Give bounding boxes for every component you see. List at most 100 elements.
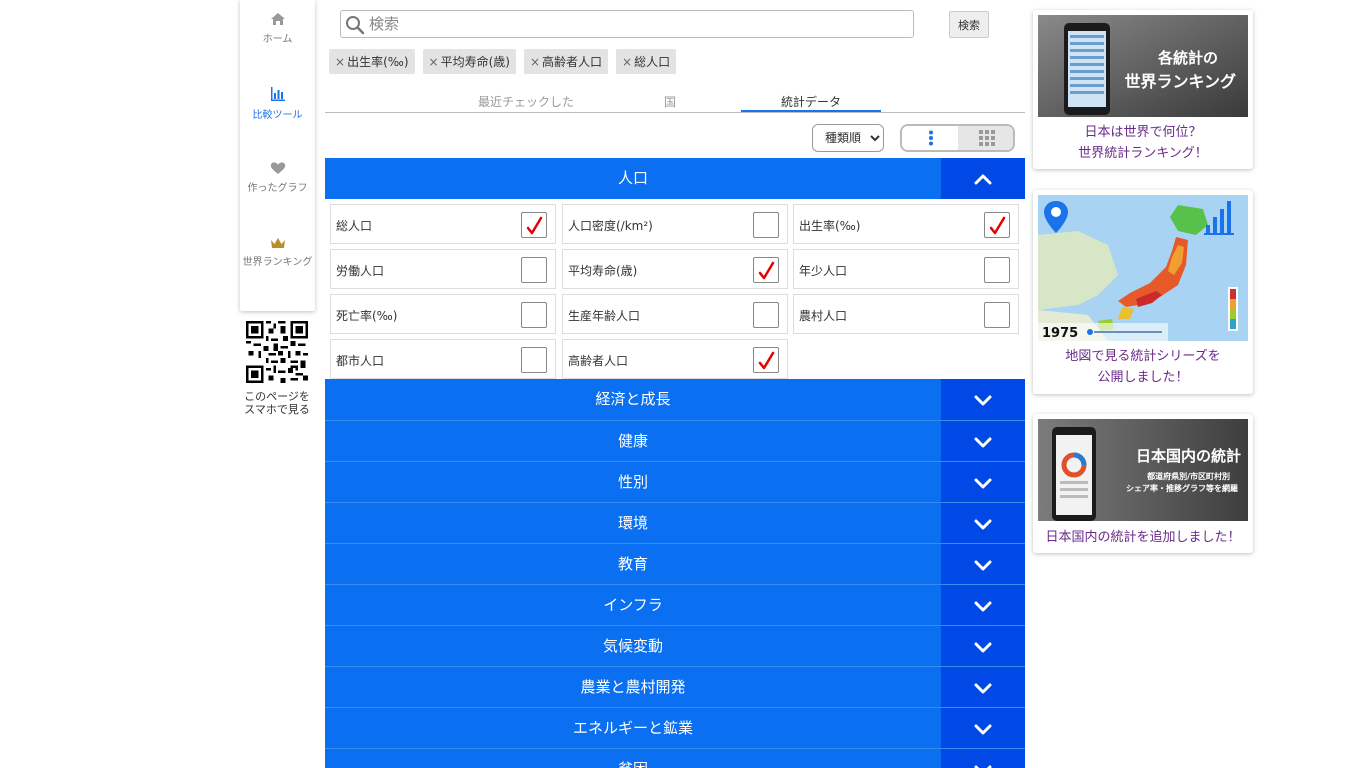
stat-checkbox[interactable] — [753, 347, 779, 373]
category-climate-change[interactable]: 気候変動 — [325, 625, 1025, 667]
stat-working-age-population[interactable]: 生産年齢人口 — [562, 294, 788, 334]
close-icon[interactable]: × — [429, 55, 439, 69]
ad-japan-statistics[interactable]: 日本国内の統計 都道府県別/市区町村別 シェア率・推移グラフ等を網羅 日本国内の… — [1033, 414, 1253, 553]
nav-home[interactable]: ホーム — [240, 12, 315, 45]
ad-map-year: 1975 — [1042, 326, 1078, 341]
chip-life-expectancy[interactable]: × 平均寿命(歳) — [422, 49, 516, 74]
sort-select[interactable]: 種類順 — [812, 124, 884, 152]
nav-world-ranking-label: 世界ランキング — [242, 257, 313, 268]
collapse-button[interactable] — [941, 158, 1025, 199]
stat-checkbox[interactable] — [984, 302, 1010, 328]
stat-checkbox[interactable] — [521, 302, 547, 328]
chip-total-population[interactable]: × 総人口 — [616, 49, 677, 74]
stat-label: 年少人口 — [799, 264, 848, 278]
expand-button[interactable] — [941, 503, 1025, 544]
chevron-down-icon — [974, 560, 992, 570]
chip-birth-rate[interactable]: × 出生率(‰) — [329, 49, 415, 74]
stat-label: 平均寿命(歳) — [568, 264, 638, 278]
category-title: 農業と農村開発 — [580, 678, 686, 696]
grid-view-button[interactable] — [958, 126, 1013, 150]
stat-checkbox[interactable] — [753, 257, 779, 283]
category-title: 環境 — [617, 514, 648, 532]
category-education[interactable]: 教育 — [325, 543, 1025, 585]
stat-birth-rate[interactable]: 出生率(‰) — [793, 204, 1019, 244]
category-agriculture[interactable]: 農業と農村開発 — [325, 666, 1025, 708]
chevron-down-icon — [974, 642, 992, 652]
list-view-button[interactable] — [902, 126, 959, 150]
ad-japan-image: 日本国内の統計 都道府県別/市区町村別 シェア率・推移グラフ等を網羅 — [1038, 419, 1248, 521]
ad-img-title-2: 世界ランキング — [1124, 72, 1236, 91]
stat-death-rate[interactable]: 死亡率(‰) — [330, 294, 556, 334]
stat-checkbox[interactable] — [984, 212, 1010, 238]
close-icon[interactable]: × — [530, 55, 540, 69]
expand-button[interactable] — [941, 462, 1025, 503]
category-health[interactable]: 健康 — [325, 420, 1025, 462]
ad-map-statistics[interactable]: 1975 地図で見る統計シリーズを 公開しました！ — [1033, 190, 1253, 394]
qr-caption: このページを スマホで見る — [236, 390, 318, 416]
ad-map-image: 1975 — [1038, 195, 1248, 341]
expand-button[interactable] — [941, 749, 1025, 768]
stat-checkbox[interactable] — [521, 212, 547, 238]
stat-urban-population[interactable]: 都市人口 — [330, 339, 556, 379]
stat-elderly-population[interactable]: 高齢者人口 — [562, 339, 788, 379]
stat-checkbox[interactable] — [984, 257, 1010, 283]
stat-label: 農村人口 — [799, 309, 848, 323]
chip-elderly-population[interactable]: × 高齢者人口 — [523, 49, 609, 74]
chip-label: 総人口 — [634, 55, 671, 69]
stat-life-expectancy[interactable]: 平均寿命(歳) — [562, 249, 788, 289]
category-economy[interactable]: 経済と成長 — [325, 379, 1025, 420]
close-icon[interactable]: × — [335, 55, 345, 69]
ad-caption-1: 日本は世界で何位？ — [1084, 125, 1202, 140]
expand-button[interactable] — [941, 585, 1025, 626]
expand-button[interactable] — [941, 667, 1025, 708]
ad-img-title-2: 都道府県別/市区町村別 — [1146, 471, 1230, 481]
chevron-down-icon — [974, 395, 992, 405]
nav-my-graphs[interactable]: 作ったグラフ — [240, 161, 315, 194]
expand-button[interactable] — [941, 626, 1025, 667]
category-gender[interactable]: 性別 — [325, 461, 1025, 503]
search-input[interactable] — [369, 13, 899, 35]
ad-img-title-1: 各統計の — [1157, 49, 1218, 67]
tab-bar: 最近チェックした 国 統計データ — [325, 88, 1025, 113]
category-energy-mining[interactable]: エネルギーと鉱業 — [325, 707, 1025, 749]
tab-recent[interactable]: 最近チェックした — [465, 93, 587, 110]
stat-population-density[interactable]: 人口密度(/km²) — [562, 204, 788, 244]
chevron-down-icon — [974, 601, 992, 611]
expand-button[interactable] — [941, 544, 1025, 585]
expand-button[interactable] — [941, 379, 1025, 420]
category-infrastructure[interactable]: インフラ — [325, 584, 1025, 626]
chip-label: 平均寿命(歳) — [440, 55, 510, 69]
category-population-header[interactable]: 人口 — [325, 158, 1025, 199]
close-icon[interactable]: × — [622, 55, 632, 69]
expand-button[interactable] — [941, 421, 1025, 462]
vertical-dots-icon — [928, 130, 933, 146]
search-button[interactable]: 検索 — [949, 11, 989, 38]
stat-total-population[interactable]: 総人口 — [330, 204, 556, 244]
bar-chart-icon — [270, 87, 285, 101]
checkmark-icon — [526, 216, 543, 235]
tab-statistics[interactable]: 統計データ — [741, 93, 881, 110]
stat-rural-population[interactable]: 農村人口 — [793, 294, 1019, 334]
stat-label: 都市人口 — [336, 354, 385, 368]
stat-checkbox[interactable] — [753, 212, 779, 238]
qr-code — [246, 321, 308, 383]
category-title: 健康 — [617, 432, 648, 450]
stat-youth-population[interactable]: 年少人口 — [793, 249, 1019, 289]
nav-world-ranking[interactable]: 世界ランキング — [240, 237, 315, 268]
category-title: 教育 — [617, 555, 648, 573]
chevron-down-icon — [974, 724, 992, 734]
checkmark-icon — [989, 216, 1006, 235]
stat-checkbox[interactable] — [753, 302, 779, 328]
expand-button[interactable] — [941, 708, 1025, 749]
stat-checkbox[interactable] — [521, 257, 547, 283]
tab-country[interactable]: 国 — [650, 93, 690, 110]
stat-checkbox[interactable] — [521, 347, 547, 373]
stat-label: 人口密度(/km²) — [568, 219, 653, 233]
heart-icon — [270, 162, 285, 174]
stat-labor-force[interactable]: 労働人口 — [330, 249, 556, 289]
nav-compare-tool[interactable]: 比較ツール — [240, 86, 315, 121]
category-poverty[interactable]: 貧困 — [325, 748, 1025, 768]
category-environment[interactable]: 環境 — [325, 502, 1025, 544]
stat-label: 労働人口 — [336, 264, 385, 278]
ad-world-ranking[interactable]: 各統計の 世界ランキング 日本は世界で何位？ 世界統計ランキング！ — [1033, 10, 1253, 169]
